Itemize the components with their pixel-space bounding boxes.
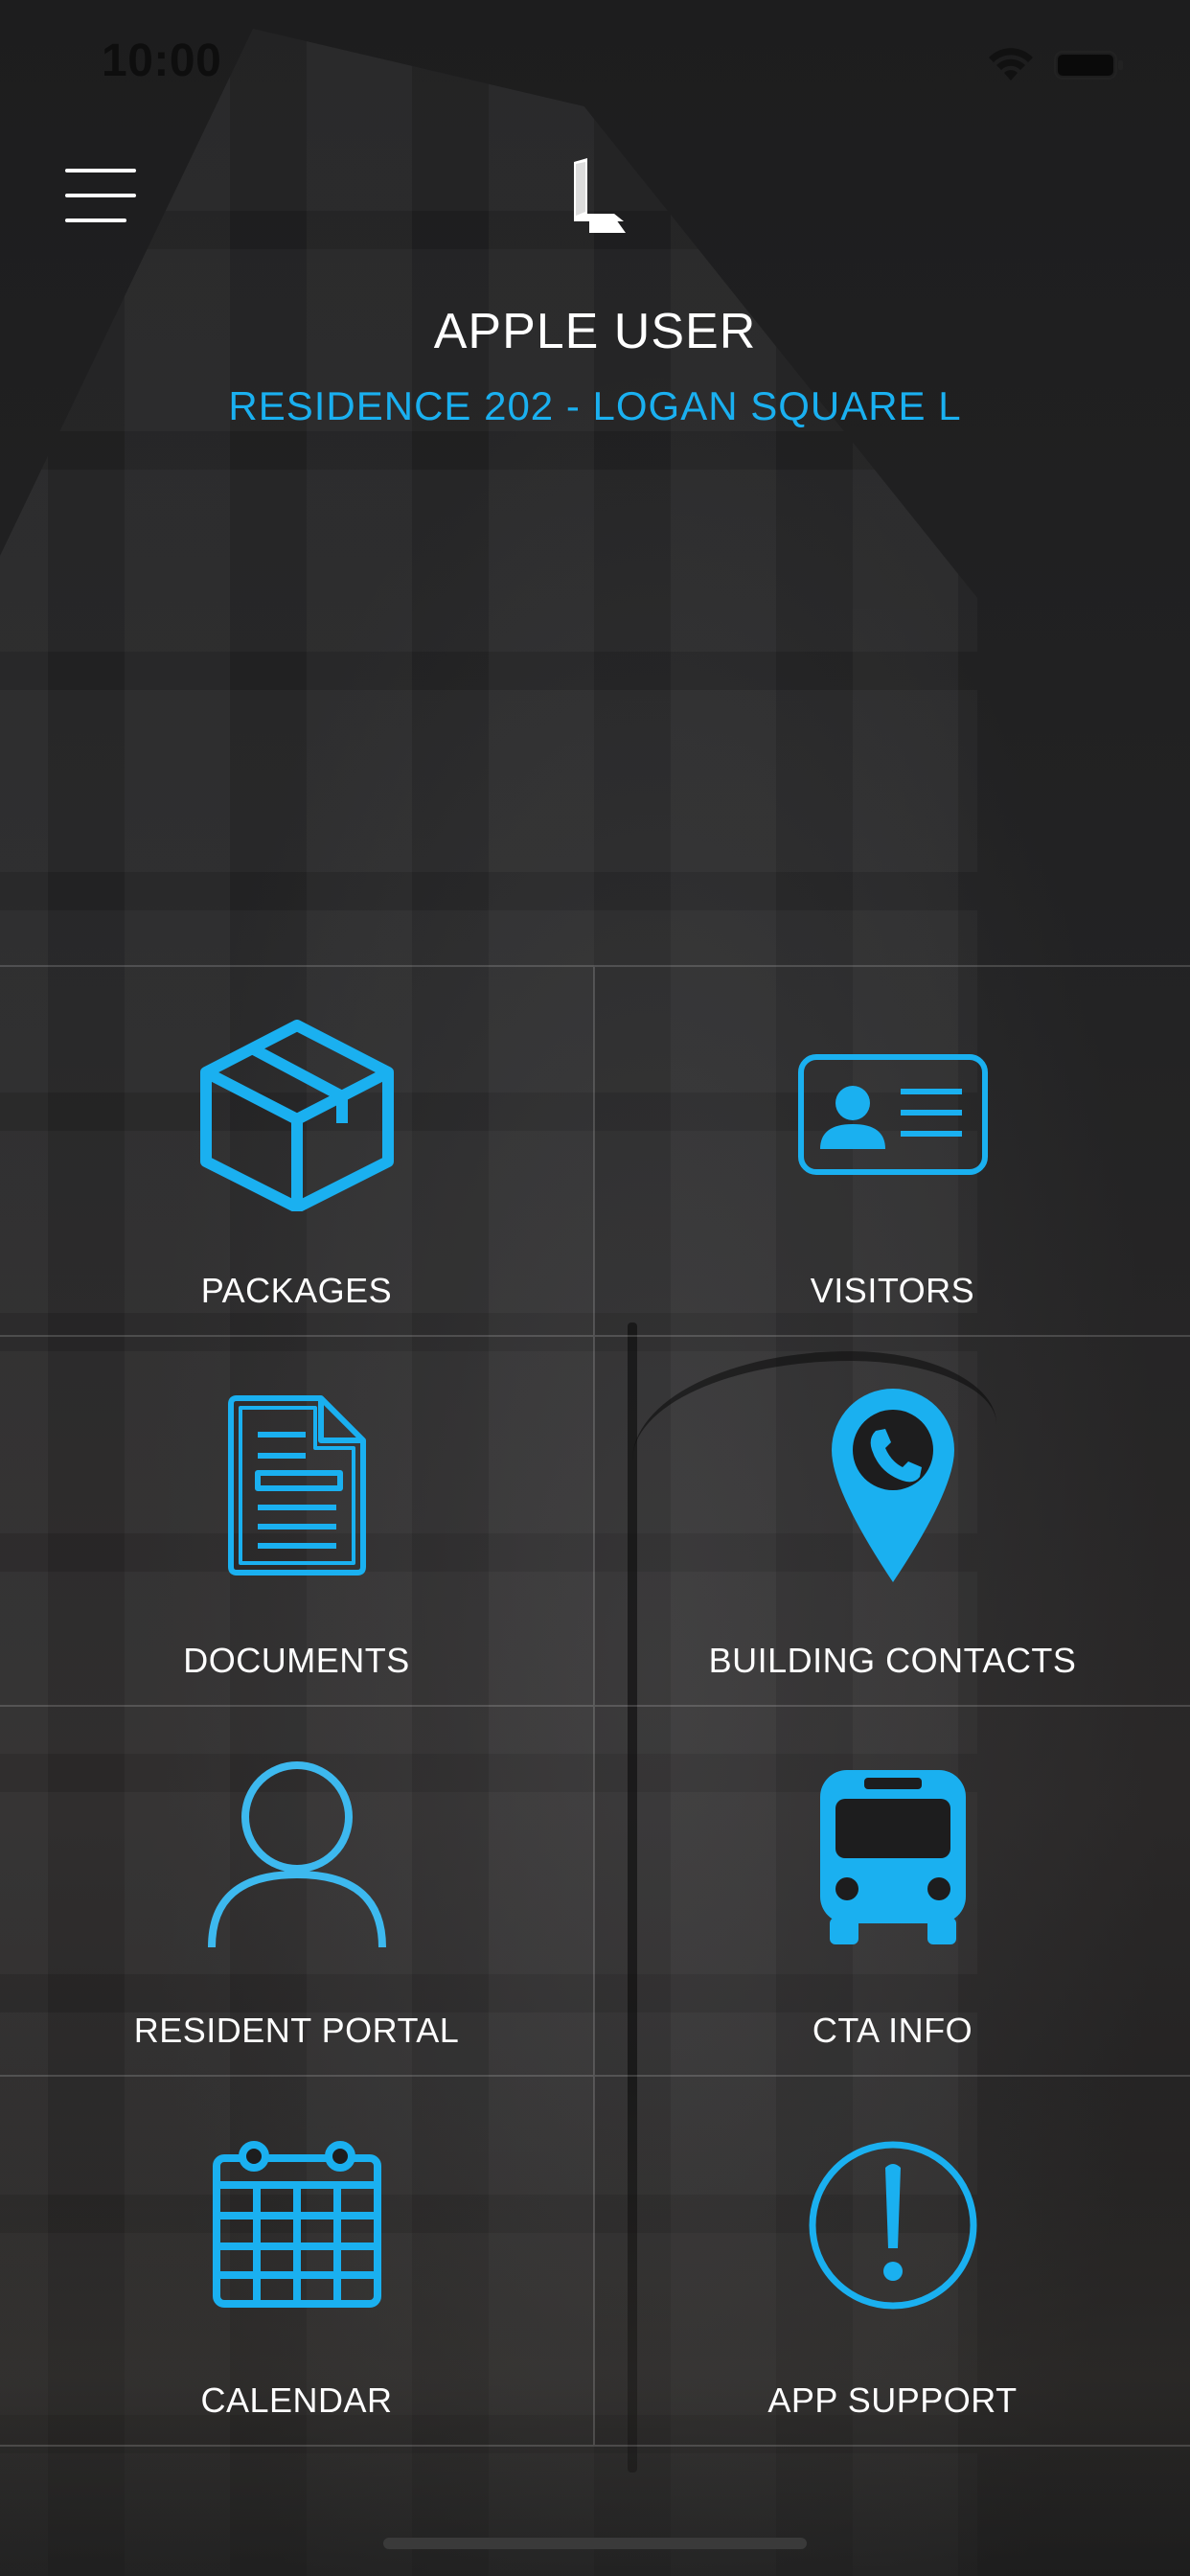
exclamation-circle-icon [778,2125,1008,2326]
tile-resident-portal[interactable]: RESIDENT PORTAL [0,1707,595,2077]
status-bar: 10:00 [0,0,1190,125]
tile-label: PACKAGES [200,1271,393,1310]
tile-label: APP SUPPORT [767,2380,1018,2420]
user-name: APPLE USER [433,304,757,359]
tile-building-contacts[interactable]: BUILDING CONTACTS [595,1337,1190,1707]
hamburger-icon-bar-middle [65,194,136,197]
hamburger-icon-bar-top [65,169,136,172]
document-icon [182,1385,412,1586]
tile-label: CALENDAR [200,2380,393,2420]
tile-label: DOCUMENTS [183,1641,410,1680]
package-box-icon [182,1015,412,1216]
status-time: 10:00 [102,35,222,86]
tile-app-support[interactable]: APP SUPPORT [595,2077,1190,2447]
person-icon [182,1755,412,1956]
wifi-icon [989,48,1033,80]
tile-label: RESIDENT PORTAL [133,2011,460,2050]
tile-documents[interactable]: DOCUMENTS [0,1337,595,1707]
bus-icon [778,1755,1008,1956]
location-phone-pin-icon [778,1385,1008,1586]
menu-grid: PACKAGES VISITORS DOCUMENTS BUILDING CON… [0,965,1190,2450]
tile-label: VISITORS [810,1271,975,1310]
tile-packages[interactable]: PACKAGES [0,967,595,1337]
cellular-signal-icon [920,69,975,90]
tile-cta-info[interactable]: CTA INFO [595,1707,1190,2077]
home-indicator[interactable] [383,2538,807,2549]
id-card-icon [778,1015,1008,1216]
tile-visitors[interactable]: VISITORS [595,967,1190,1337]
hamburger-icon-bar-bottom [65,218,126,222]
tile-label: CTA INFO [812,2011,973,2050]
menu-button[interactable] [65,169,136,226]
tile-label: BUILDING CONTACTS [708,1641,1077,1680]
tile-calendar[interactable]: CALENDAR [0,2077,595,2447]
battery-icon [1054,51,1123,80]
l-logo-icon [574,158,626,233]
calendar-icon [182,2125,412,2326]
residence-label: RESIDENCE 202 - LOGAN SQUARE L [228,383,962,428]
